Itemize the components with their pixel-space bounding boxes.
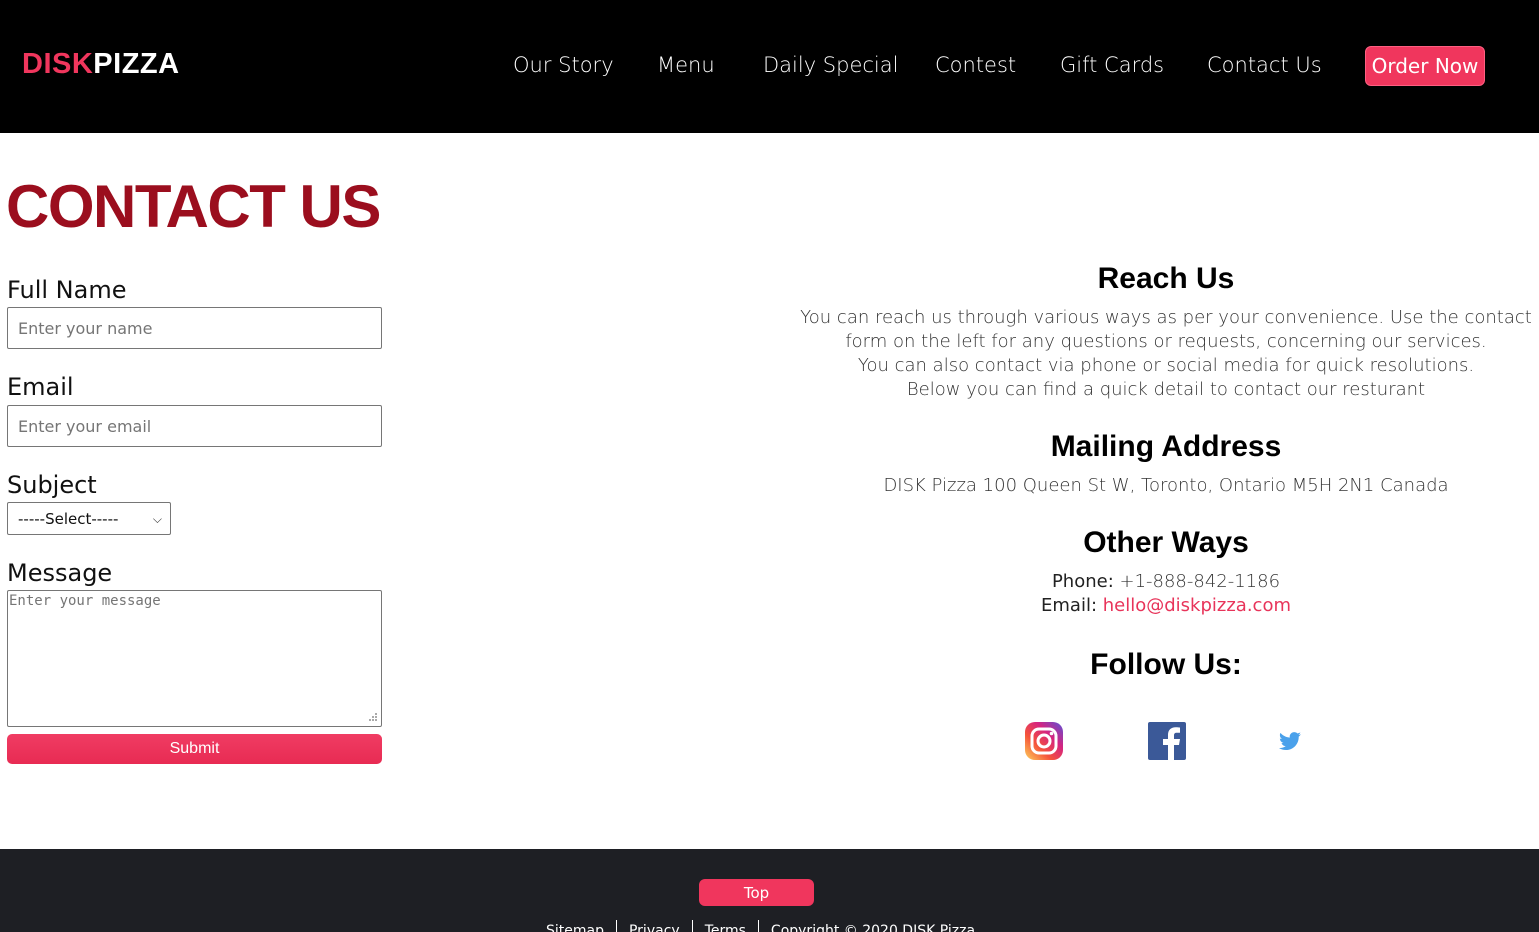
brand-logo-part2: PIZZA bbox=[93, 48, 180, 80]
email-input[interactable] bbox=[7, 405, 382, 447]
twitter-icon[interactable] bbox=[1270, 721, 1310, 761]
reach-us-line-2: form on the left for any questions or re… bbox=[845, 331, 1487, 352]
nav-menu[interactable]: Menu bbox=[657, 53, 715, 77]
reach-us-line-3: You can also contact via phone or social… bbox=[857, 355, 1475, 376]
order-now-button[interactable]: Order Now bbox=[1365, 46, 1485, 86]
footer-copyright: Copyright © 2020 DISK Pizza bbox=[757, 920, 987, 932]
nav-gift-cards[interactable]: Gift Cards bbox=[1060, 53, 1164, 77]
follow-us-heading: Follow Us: bbox=[1090, 648, 1242, 681]
chevron-down-icon: ⌵ bbox=[152, 512, 162, 526]
back-to-top-button[interactable]: Top bbox=[699, 879, 814, 906]
mailing-address-heading: Mailing Address bbox=[1050, 430, 1282, 463]
subject-label: Subject bbox=[7, 471, 97, 499]
email-link[interactable]: hello@diskpizza.com bbox=[1103, 595, 1291, 616]
brand-logo-part1: DISK bbox=[22, 48, 94, 80]
email-line: Email: hello@diskpizza.com bbox=[796, 594, 1536, 618]
nav-contact-us[interactable]: Contact Us bbox=[1207, 53, 1322, 77]
facebook-icon[interactable] bbox=[1147, 721, 1187, 761]
submit-button[interactable]: Submit bbox=[7, 734, 382, 764]
other-ways-heading: Other Ways bbox=[1083, 526, 1249, 559]
nav-daily-special[interactable]: Daily Special bbox=[763, 53, 898, 77]
phone-label: Phone: bbox=[1051, 571, 1114, 592]
footer-link-terms[interactable]: Terms bbox=[691, 920, 758, 932]
email-label: Email bbox=[7, 373, 74, 401]
instagram-icon[interactable] bbox=[1024, 721, 1064, 761]
email-contact-label: Email: bbox=[1041, 595, 1098, 616]
site-header: DISKPIZZA Our Story Menu Daily Special C… bbox=[0, 0, 1539, 133]
footer-link-privacy[interactable]: Privacy bbox=[615, 920, 692, 932]
brand-logo[interactable]: DISKPIZZA bbox=[22, 48, 180, 81]
nav-contest[interactable]: Contest bbox=[935, 53, 1016, 77]
resize-handle-icon[interactable] bbox=[367, 711, 379, 723]
reach-us-line-1: You can reach us through various ways as… bbox=[800, 307, 1532, 328]
subject-selected-value: -----Select----- bbox=[18, 509, 119, 528]
footer-links: Sitemap Privacy Terms Copyright © 2020 D… bbox=[546, 920, 987, 932]
full-name-input[interactable] bbox=[7, 307, 382, 349]
phone-line: Phone: +1-888-842-1186 bbox=[796, 570, 1536, 594]
subject-select[interactable]: -----Select----- ⌵ bbox=[7, 502, 171, 535]
contact-info: Reach Us You can reach us through variou… bbox=[796, 262, 1536, 682]
message-label: Message bbox=[7, 559, 113, 587]
reach-us-line-4: Below you can find a quick detail to con… bbox=[906, 379, 1426, 400]
nav-our-story[interactable]: Our Story bbox=[513, 53, 614, 77]
message-textarea[interactable] bbox=[7, 590, 382, 727]
mailing-address: DISK Pizza 100 Queen St W, Toronto, Onta… bbox=[883, 475, 1449, 496]
reach-us-heading: Reach Us bbox=[1097, 262, 1235, 295]
footer-link-sitemap[interactable]: Sitemap bbox=[546, 920, 616, 932]
page-title: CONTACT US bbox=[6, 173, 381, 240]
phone-number[interactable]: +1-888-842-1186 bbox=[1120, 571, 1281, 592]
full-name-label: Full Name bbox=[7, 276, 127, 304]
